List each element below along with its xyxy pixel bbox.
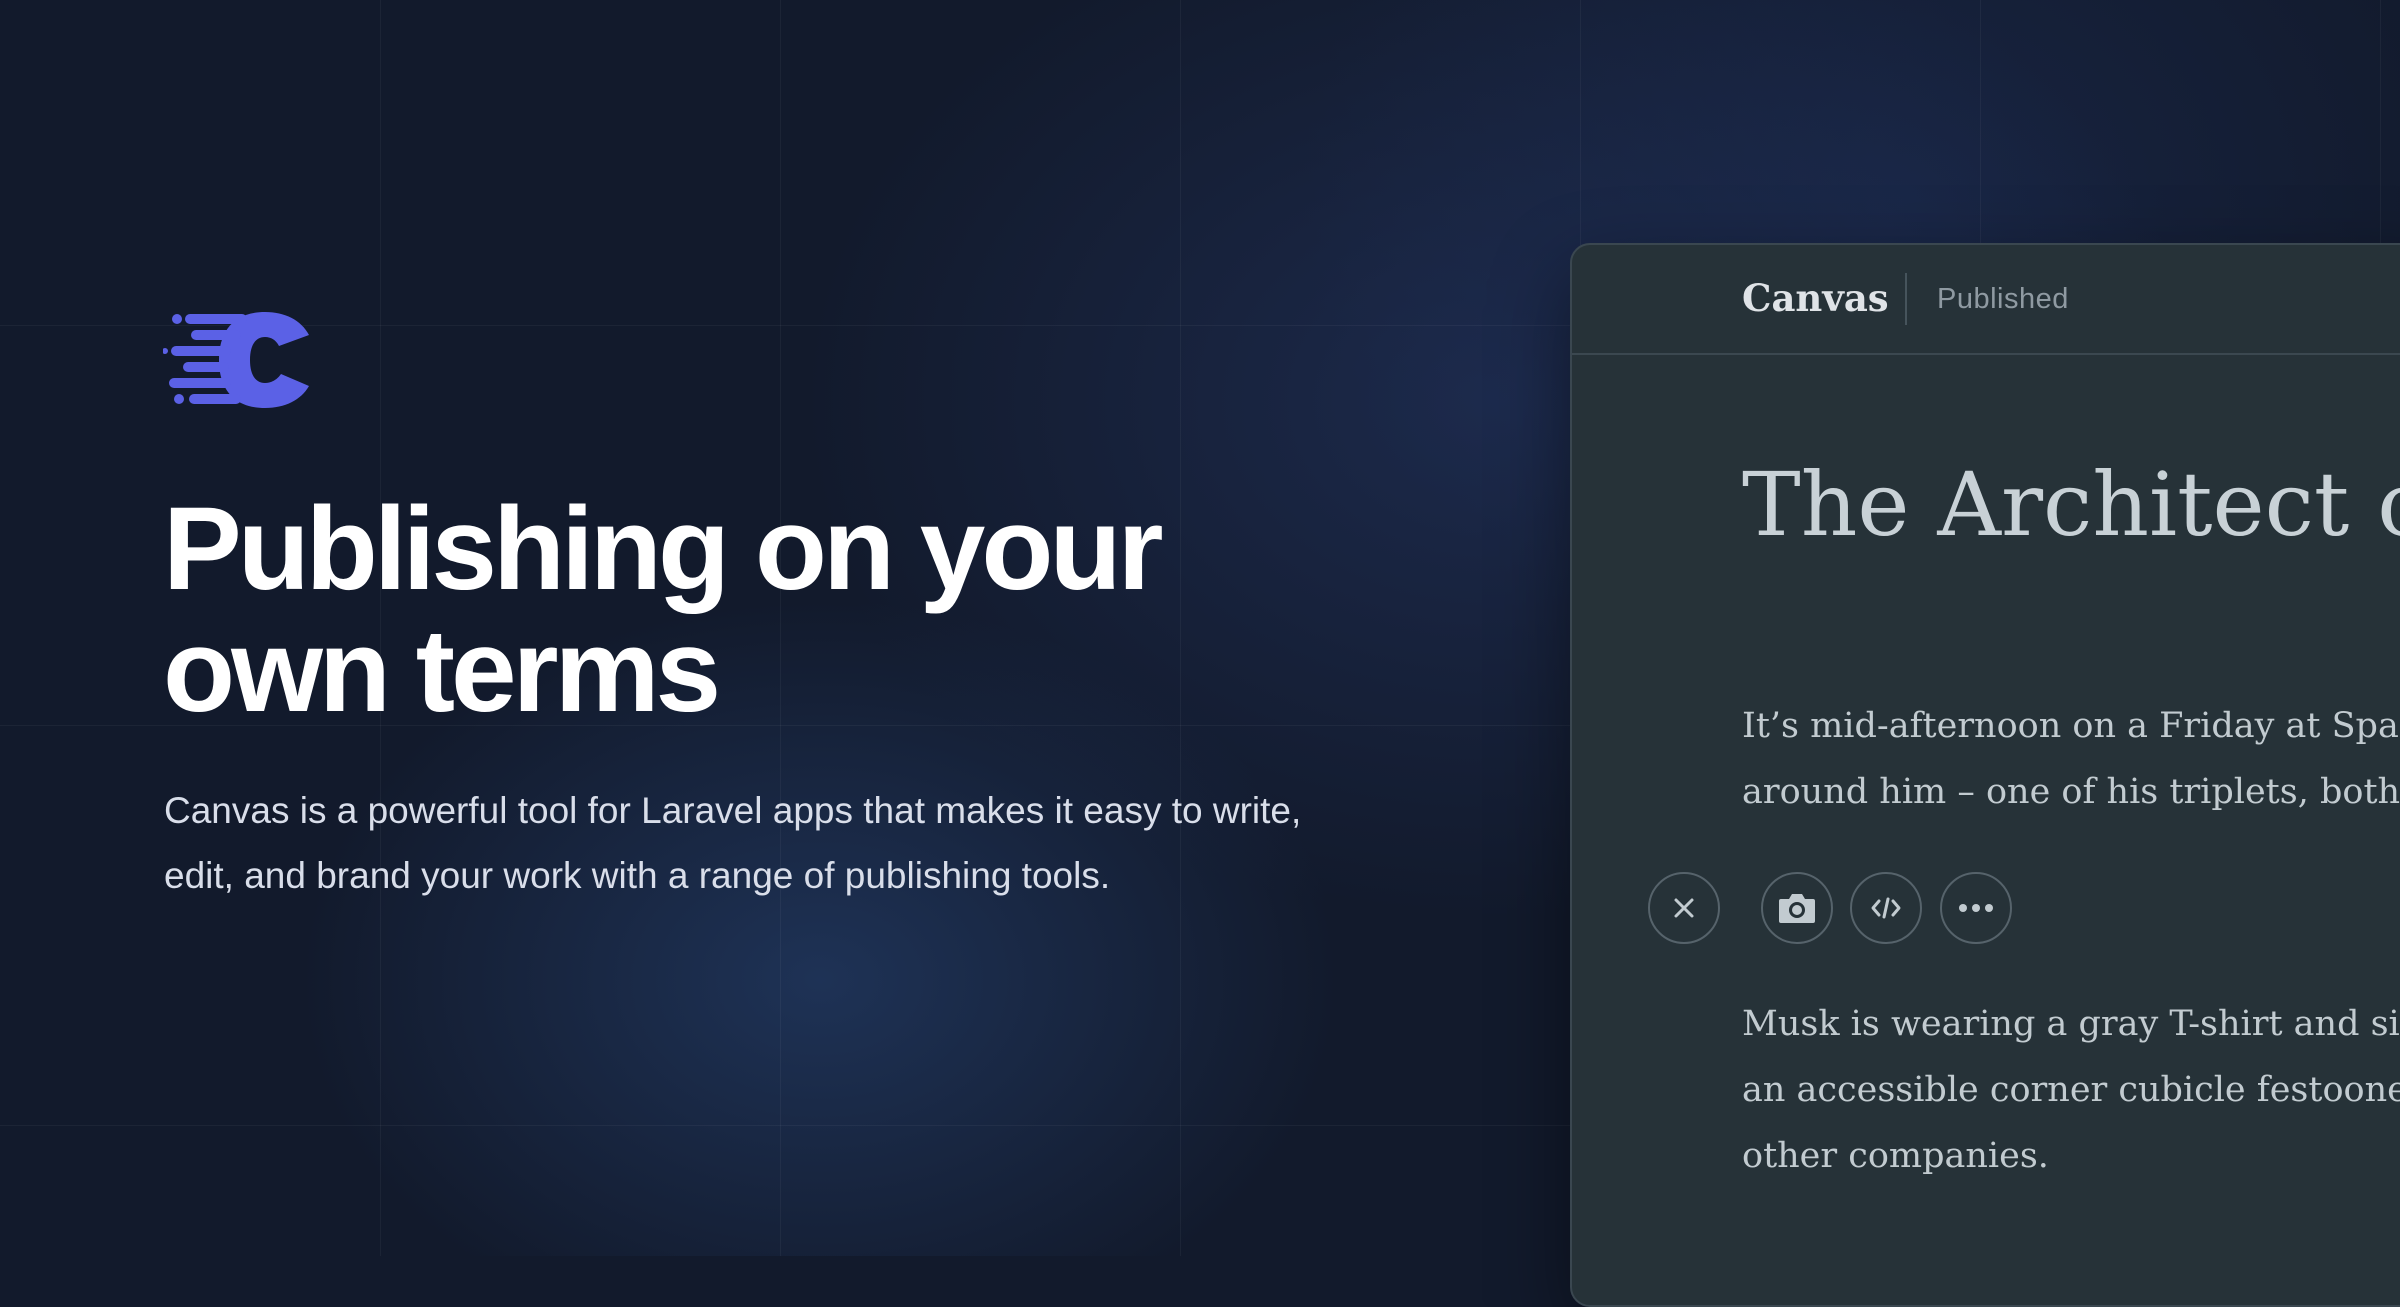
hero-headline: Publishing on your own terms — [163, 488, 1363, 732]
more-options-button[interactable] — [1940, 872, 2012, 944]
insert-embed-button[interactable] — [1850, 872, 1922, 944]
close-toolbar-button[interactable] — [1648, 872, 1720, 944]
article-title[interactable]: The Architect of T — [1742, 450, 2400, 560]
editor-header: Canvas Published — [1572, 245, 2400, 355]
canvas-logo-icon — [162, 308, 313, 412]
hero-subtitle-line2: edit, and brand your work with a range o… — [164, 855, 1111, 896]
editor-brand[interactable]: Canvas — [1742, 273, 1889, 323]
header-divider — [1905, 273, 1907, 325]
hero-subtitle: Canvas is a powerful tool for Laravel ap… — [164, 778, 1314, 908]
hero-headline-line2: own terms — [163, 605, 721, 737]
article-paragraph-2[interactable]: Musk is wearing a gray T-shirt and sitti… — [1742, 991, 2400, 1189]
article-paragraph-1[interactable]: It’s mid-afternoon on a Friday at SpaceX… — [1742, 693, 2400, 825]
insert-image-button[interactable] — [1761, 872, 1833, 944]
paragraph-line: Musk is wearing a gray T-shirt and sitti… — [1742, 1004, 2400, 1044]
editor-preview-panel: Canvas Published The Architect of T It’s… — [1570, 243, 2400, 1307]
paragraph-line: around him – one of his triplets, both o… — [1742, 772, 2400, 812]
hero-subtitle-line1: Canvas is a powerful tool for Laravel ap… — [164, 790, 1302, 831]
close-icon — [1674, 898, 1694, 918]
more-icon — [1959, 904, 1993, 912]
paragraph-line: It’s mid-afternoon on a Friday at SpaceX — [1742, 706, 2400, 746]
code-icon — [1871, 897, 1901, 919]
paragraph-line: other companies. — [1742, 1136, 2049, 1176]
status-badge: Published — [1937, 283, 2069, 315]
paragraph-line: an accessible corner cubicle festooned w… — [1742, 1070, 2400, 1110]
hero-headline-line1: Publishing on your — [163, 483, 1164, 615]
camera-icon — [1779, 894, 1815, 923]
